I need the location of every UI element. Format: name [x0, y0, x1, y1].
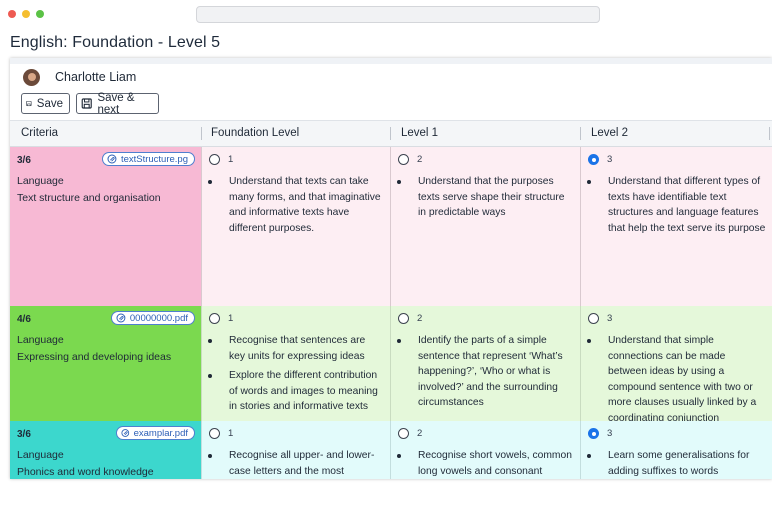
attachment-chip[interactable]: textStructure.pg	[102, 152, 195, 166]
save-next-button[interactable]: Save & next	[76, 91, 159, 116]
save-icon	[26, 100, 32, 107]
level-radio[interactable]	[209, 154, 220, 165]
criteria-progress: 3/6	[17, 429, 31, 440]
column-header-criteria[interactable]: Criteria	[21, 121, 58, 146]
criteria-subarea: Text structure and organisation	[17, 192, 161, 204]
column-separator	[201, 127, 202, 140]
descriptor-list: Understand that texts can take many form…	[208, 174, 384, 240]
save-next-label: Save & next	[97, 91, 135, 116]
column-header-level1[interactable]: Level 1	[401, 121, 438, 146]
attachment-filename: textStructure.pg	[120, 153, 188, 165]
descriptor-list: Learn some generalisations for adding su…	[587, 448, 766, 479]
descriptor-list: Understand that the purposes texts serve…	[397, 174, 574, 225]
criteria-progress: 4/6	[17, 314, 31, 325]
level-radio-selected[interactable]	[588, 428, 599, 439]
table-row: 4/6 00000000.pdf Language Expressing and…	[10, 306, 772, 424]
level-radio[interactable]	[209, 313, 220, 324]
level-radio[interactable]	[398, 428, 409, 439]
criteria-cell: 3/6 textStructure.pg Language Text struc…	[10, 147, 201, 306]
level-radio-selected[interactable]	[588, 154, 599, 165]
level-cell-level2[interactable]: 3 Understand that different types of tex…	[580, 147, 772, 306]
level-radio[interactable]	[209, 428, 220, 439]
criteria-area: Language	[17, 449, 64, 461]
level-number: 1	[228, 428, 234, 439]
descriptor-item: Understand that simple connections can b…	[587, 333, 766, 427]
criteria-area: Language	[17, 334, 64, 346]
level-cell-foundation[interactable]: 1 Understand that texts can take many fo…	[201, 147, 390, 306]
table-row: 3/6 examplar.pdf Language Phonics and wo…	[10, 421, 772, 479]
attachment-filename: 00000000.pdf	[129, 312, 188, 324]
table-row: 3/6 textStructure.pg Language Text struc…	[10, 147, 772, 306]
column-separator	[580, 127, 581, 140]
attachment-chip[interactable]: examplar.pdf	[116, 426, 195, 440]
paperclip-icon	[121, 429, 130, 437]
attachment-filename: examplar.pdf	[133, 427, 188, 439]
paperclip-icon	[107, 154, 117, 164]
level-cell-foundation[interactable]: 1 Recognise all upper- and lower-case le…	[201, 421, 390, 479]
level-number: 2	[417, 154, 423, 165]
descriptor-item: Recognise short vowels, common long vowe…	[397, 448, 574, 479]
student-toolbar: Charlotte Liam Save Save & next	[10, 64, 772, 121]
maximize-window-icon[interactable]	[36, 10, 44, 18]
descriptor-item: Recognise that sentences are key units f…	[208, 333, 384, 364]
criteria-cell: 3/6 examplar.pdf Language Phonics and wo…	[10, 421, 201, 479]
column-separator	[390, 127, 391, 140]
save-button[interactable]: Save	[21, 93, 70, 114]
descriptor-item: Understand that the purposes texts serve…	[397, 174, 574, 221]
level-number: 2	[417, 428, 423, 439]
level-cell-level2[interactable]: 3 Understand that simple connections can…	[580, 306, 772, 424]
descriptor-item: Understand that texts can take many form…	[208, 174, 384, 236]
level-cell-level1[interactable]: 2 Understand that the purposes texts ser…	[390, 147, 580, 306]
criteria-progress: 3/6	[17, 155, 31, 166]
column-separator	[769, 127, 770, 140]
column-header-foundation[interactable]: Foundation Level	[211, 121, 299, 146]
level-cell-level2[interactable]: 3 Learn some generalisations for adding …	[580, 421, 772, 479]
paperclip-icon	[116, 313, 126, 323]
level-number: 2	[417, 313, 423, 324]
criteria-subarea: Expressing and developing ideas	[17, 351, 172, 363]
level-number: 1	[228, 313, 234, 324]
descriptor-list: Understand that simple connections can b…	[587, 333, 766, 431]
level-cell-level1[interactable]: 2 Recognise short vowels, common long vo…	[390, 421, 580, 479]
save-next-icon	[81, 98, 92, 109]
save-label: Save	[36, 97, 63, 110]
descriptor-item: Explore the different contribution of wo…	[208, 368, 384, 415]
level-cell-foundation[interactable]: 1 Recognise that sentences are key units…	[201, 306, 390, 421]
window-titlebar	[0, 0, 772, 30]
level-radio[interactable]	[398, 313, 409, 324]
descriptor-item: Learn some generalisations for adding su…	[587, 448, 766, 479]
level-number: 3	[607, 313, 613, 324]
criteria-cell: 4/6 00000000.pdf Language Expressing and…	[10, 306, 201, 421]
descriptor-list: Recognise that sentences are key units f…	[208, 333, 384, 419]
descriptor-list: Identify the parts of a simple sentence …	[397, 333, 574, 415]
level-radio[interactable]	[588, 313, 599, 324]
page-title: English: Foundation - Level 5	[10, 34, 221, 51]
descriptor-list: Recognise short vowels, common long vowe…	[397, 448, 574, 479]
attachment-chip[interactable]: 00000000.pdf	[111, 311, 195, 325]
avatar	[23, 69, 40, 86]
descriptor-item: Recognise all upper- and lower-case lett…	[208, 448, 384, 479]
descriptor-item: Identify the parts of a simple sentence …	[397, 333, 574, 411]
descriptor-item: Understand that different types of texts…	[587, 174, 766, 236]
assessment-panel: Charlotte Liam Save Save & next Criteria…	[10, 58, 772, 479]
level-number: 3	[607, 154, 613, 165]
level-radio[interactable]	[398, 154, 409, 165]
criteria-area: Language	[17, 175, 64, 187]
descriptor-list: Recognise all upper- and lower-case lett…	[208, 448, 384, 479]
level-cell-level1[interactable]: 2 Identify the parts of a simple sentenc…	[390, 306, 580, 421]
address-bar[interactable]	[196, 6, 600, 23]
descriptor-list: Understand that different types of texts…	[587, 174, 766, 240]
close-window-icon[interactable]	[8, 10, 16, 18]
grid-header: Criteria Foundation Level Level 1 Level …	[10, 121, 772, 147]
criteria-subarea: Phonics and word knowledge	[17, 466, 154, 478]
column-header-level2[interactable]: Level 2	[591, 121, 628, 146]
student-name: Charlotte Liam	[55, 70, 137, 84]
level-number: 3	[607, 428, 613, 439]
level-number: 1	[228, 154, 234, 165]
minimize-window-icon[interactable]	[22, 10, 30, 18]
